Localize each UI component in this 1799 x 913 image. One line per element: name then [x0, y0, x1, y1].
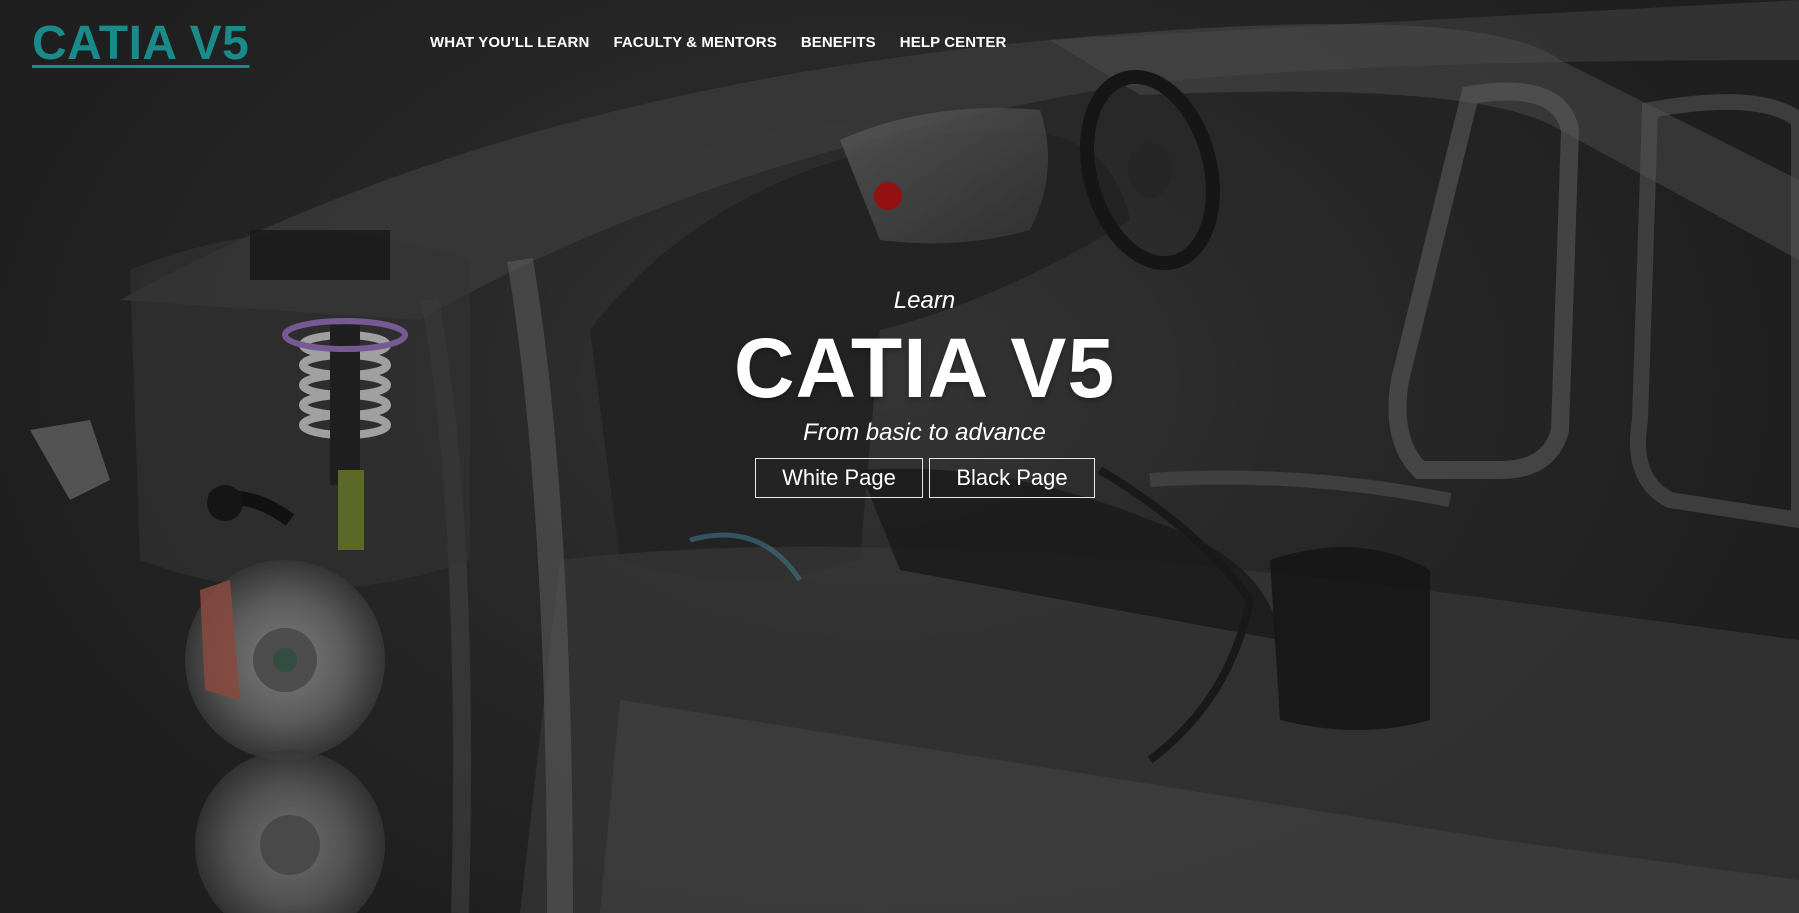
site-logo[interactable]: CATIA V5 — [32, 14, 249, 74]
nav-item-faculty-mentors[interactable]: FACULTY & MENTORS — [613, 34, 776, 51]
hero-kicker: Learn — [893, 287, 956, 314]
nav-item-help-center[interactable]: HELP CENTER — [900, 34, 1007, 51]
nav-item-what-youll-learn[interactable]: WHAT YOU'LL LEARN — [430, 34, 589, 51]
black-page-button[interactable]: Black Page — [929, 458, 1095, 498]
nav-item-benefits[interactable]: BENEFITS — [801, 34, 876, 51]
main-nav: WHAT YOU'LL LEARN FACULTY & MENTORS BENE… — [430, 34, 1030, 51]
white-page-button[interactable]: White Page — [755, 458, 923, 498]
hero-buttons: White Page Black Page — [755, 458, 1095, 498]
hero-overlay — [0, 0, 1799, 913]
hero-subtitle: From basic to advance — [803, 419, 1046, 446]
hero-section: CATIA V5 WHAT YOU'LL LEARN FACULTY & MEN… — [0, 0, 1799, 913]
hero-title: CATIA V5 — [733, 321, 1116, 415]
